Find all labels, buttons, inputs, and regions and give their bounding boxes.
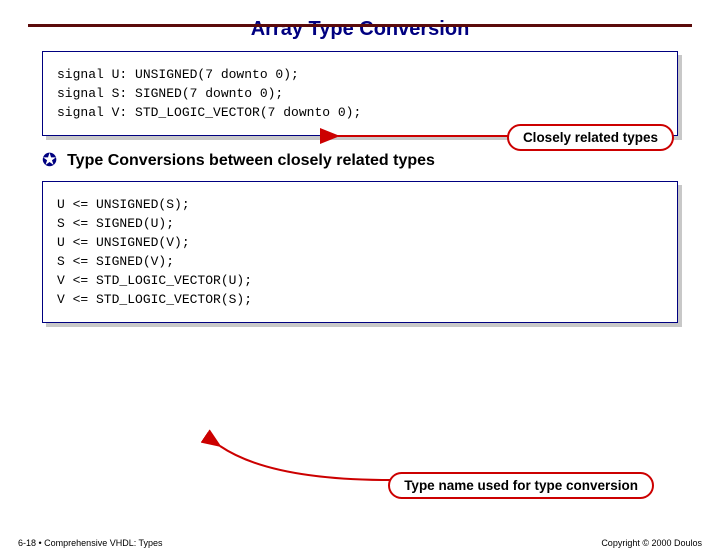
code-line: S <= SIGNED(V);: [57, 255, 663, 268]
type-conversion-box: U <= UNSIGNED(S); S <= SIGNED(U); U <= U…: [42, 181, 678, 323]
top-rule: [28, 24, 692, 27]
code-line: signal V: STD_LOGIC_VECTOR(7 downto 0);: [57, 106, 663, 119]
code-line: signal S: SIGNED(7 downto 0);: [57, 87, 663, 100]
bullet-icon: ✪: [42, 150, 57, 171]
code-line: U <= UNSIGNED(S);: [57, 198, 663, 211]
bullet-row: ✪ Type Conversions between closely relat…: [42, 150, 720, 171]
code-line: V <= STD_LOGIC_VECTOR(U);: [57, 274, 663, 287]
callout-closely-related-types: Closely related types: [507, 124, 674, 151]
arrow-type-name: [210, 438, 410, 484]
slide-title: Array Type Conversion: [0, 18, 720, 41]
code-line: signal U: UNSIGNED(7 downto 0);: [57, 68, 663, 81]
code-line: V <= STD_LOGIC_VECTOR(S);: [57, 293, 663, 306]
bullet-text: Type Conversions between closely related…: [67, 152, 435, 170]
code-line: S <= SIGNED(U);: [57, 217, 663, 230]
callout-type-name-conversion: Type name used for type conversion: [388, 472, 654, 499]
code-line: U <= UNSIGNED(V);: [57, 236, 663, 249]
